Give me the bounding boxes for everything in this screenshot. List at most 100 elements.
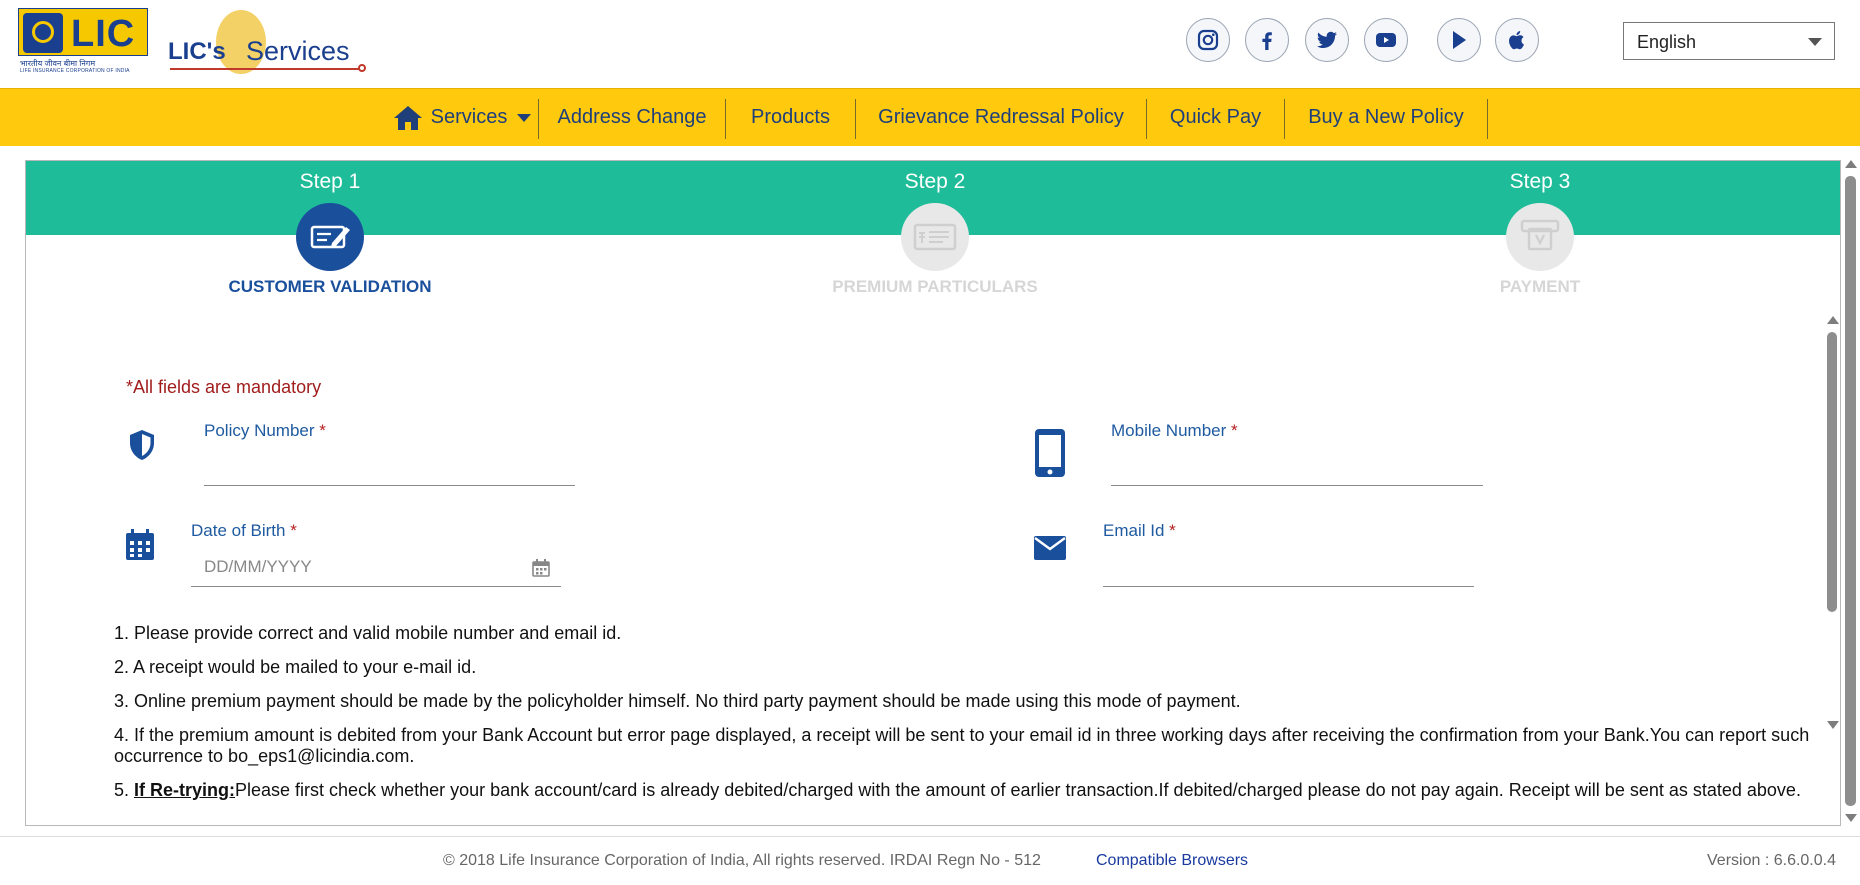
chevron-down-icon	[517, 113, 532, 122]
mobile-number-input[interactable]	[1111, 453, 1481, 477]
inner-scrollbar[interactable]	[1824, 316, 1840, 736]
policy-number-input[interactable]	[204, 453, 574, 477]
step-1-caption: CUSTOMER VALIDATION	[228, 277, 432, 296]
mobile-number-underline	[1111, 485, 1483, 486]
step-1-label: Step 1	[299, 170, 361, 193]
required-marker: *	[1169, 521, 1176, 540]
eservices-underline	[170, 68, 362, 70]
main-nav: Services Address Change Products Grievan…	[0, 88, 1860, 146]
chevron-down-icon	[1808, 38, 1822, 46]
atm-payment-icon	[1506, 203, 1574, 271]
compatible-browsers-link[interactable]: Compatible Browsers	[1096, 852, 1248, 870]
date-picker-icon[interactable]	[532, 559, 550, 577]
eservices-logo[interactable]: LIC's Services	[168, 6, 368, 76]
required-marker: *	[290, 521, 297, 540]
email-underline	[1103, 586, 1474, 587]
envelope-icon	[1034, 536, 1066, 560]
site-footer: © 2018 Life Insurance Corporation of Ind…	[0, 836, 1860, 885]
retry-heading: If Re-trying:	[134, 780, 236, 800]
mobile-number-label-text: Mobile Number	[1111, 421, 1227, 440]
app-store-link[interactable]	[1495, 18, 1539, 62]
nav-item-address-change[interactable]: Address Change	[539, 89, 725, 146]
youtube-link[interactable]	[1364, 18, 1408, 62]
twitter-icon	[1317, 31, 1337, 48]
dob-underline	[191, 586, 561, 587]
policy-number-underline	[204, 485, 575, 486]
instagram-icon	[1197, 29, 1219, 51]
facebook-icon	[1262, 32, 1272, 50]
inner-scroll-thumb[interactable]	[1827, 332, 1837, 612]
scroll-down-arrow-icon[interactable]	[1827, 721, 1839, 729]
instruction-item: 4. If the premium amount is debited from…	[114, 725, 1810, 766]
step-2-circle	[901, 203, 969, 271]
instruction-item-text: Please first check whether your bank acc…	[235, 780, 1801, 800]
step-2: Step 2 PREMIUM PARTICULARS	[735, 161, 1135, 296]
nav-item-services[interactable]: Services	[386, 89, 538, 146]
copyright-text: © 2018 Life Insurance Corporation of Ind…	[443, 852, 1041, 869]
nav-label-buy-policy: Buy a New Policy	[1308, 106, 1464, 128]
instagram-link[interactable]	[1186, 18, 1230, 62]
nav-label-services: Services	[430, 106, 508, 128]
lic-corp-name: LIFE INSURANCE CORPORATION OF INDIA	[20, 68, 130, 74]
nav-label-quick-pay: Quick Pay	[1169, 106, 1262, 128]
site-header: LIC भारतीय जीवन बीमा निगम LIFE INSURANCE…	[0, 0, 1860, 88]
lic-logo-box: LIC	[18, 8, 148, 56]
play-store-icon	[1453, 31, 1466, 49]
instructions-list: 1. Please provide correct and valid mobi…	[114, 623, 1840, 814]
step-1-circle	[296, 203, 364, 271]
home-icon	[393, 105, 422, 130]
dob-input[interactable]	[204, 555, 524, 579]
nav-divider	[1487, 99, 1488, 139]
calendar-icon	[126, 529, 154, 560]
lic-logo[interactable]: LIC भारतीय जीवन बीमा निगम LIFE INSURANCE…	[18, 8, 148, 74]
policy-number-label: Policy Number *	[204, 421, 326, 441]
receipt-card-icon	[901, 203, 969, 271]
step-2-label: Step 2	[904, 170, 966, 193]
facebook-link[interactable]	[1245, 18, 1289, 62]
dob-label: Date of Birth *	[191, 521, 297, 541]
step-1: Step 1 CUSTOMER VALIDATION	[130, 161, 530, 296]
play-store-link[interactable]	[1437, 18, 1481, 62]
instruction-item: 2. A receipt would be mailed to your e-m…	[114, 657, 477, 677]
required-marker: *	[1231, 421, 1238, 440]
lic-logo-text: LIC	[71, 13, 136, 55]
nav-item-grievance-policy[interactable]: Grievance Redressal Policy	[856, 89, 1146, 146]
step-2-caption: PREMIUM PARTICULARS	[832, 277, 1038, 296]
language-select[interactable]: English	[1623, 22, 1835, 60]
page-scroll-thumb[interactable]	[1845, 176, 1856, 806]
apple-icon	[1509, 31, 1524, 50]
page-scrollbar[interactable]	[1843, 160, 1859, 826]
dob-label-text: Date of Birth	[191, 521, 286, 540]
instruction-item-number: 5.	[114, 780, 135, 800]
edit-form-icon	[296, 203, 364, 271]
language-value: English	[1637, 32, 1697, 52]
email-input[interactable]	[1103, 555, 1473, 579]
mobile-phone-icon	[1035, 429, 1065, 477]
eservices-dot	[358, 64, 366, 72]
nav-item-buy-policy[interactable]: Buy a New Policy	[1285, 89, 1487, 146]
nav-item-products[interactable]: Products	[726, 89, 855, 146]
payment-wizard-frame: Step 1 CUSTOMER VALIDATION Step 2 PREMIU…	[25, 160, 1841, 826]
nav-label-grievance-policy: Grievance Redressal Policy	[878, 106, 1124, 128]
shield-icon	[130, 430, 154, 460]
step-3-caption: PAYMENT	[1499, 277, 1581, 296]
required-marker: *	[319, 421, 326, 440]
email-label-text: Email Id	[1103, 521, 1165, 540]
instruction-item: 5. If Re-trying:Please first check wheth…	[114, 780, 1840, 801]
nav-item-quick-pay[interactable]: Quick Pay	[1147, 89, 1284, 146]
nav-label-products: Products	[751, 106, 830, 128]
instruction-item: 3. Online premium payment should be made…	[114, 691, 1241, 711]
scroll-down-arrow-icon[interactable]	[1845, 814, 1857, 822]
step-3: Step 3 PAYMENT	[1340, 161, 1740, 296]
step-3-label: Step 3	[1509, 170, 1571, 193]
step-3-circle	[1506, 203, 1574, 271]
instruction-item: 1. Please provide correct and valid mobi…	[114, 623, 622, 643]
scroll-up-arrow-icon[interactable]	[1827, 316, 1839, 324]
nav-label-address-change: Address Change	[557, 106, 707, 128]
version-text: Version : 6.6.0.0.4	[1707, 852, 1836, 869]
mandatory-note: *All fields are mandatory	[126, 377, 322, 397]
eservices-prefix: LIC's	[168, 38, 226, 65]
twitter-link[interactable]	[1305, 18, 1349, 62]
eservices-suffix: Services	[246, 36, 350, 66]
scroll-up-arrow-icon[interactable]	[1845, 160, 1857, 168]
